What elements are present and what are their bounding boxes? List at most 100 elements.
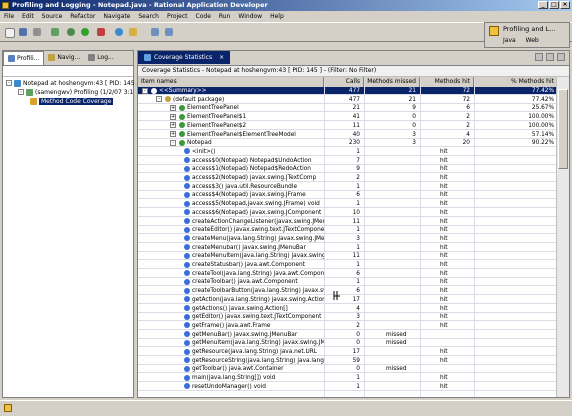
cell-missed [364, 209, 416, 217]
tab-profiling-monitor[interactable]: Profili... [3, 51, 45, 65]
fast-view-icon[interactable] [4, 404, 12, 412]
menu-navigate[interactable]: Navigate [99, 11, 134, 22]
column-header[interactable]: Methods missed [364, 77, 420, 87]
table-row[interactable]: + ElementTreePanel$ElementTreeModel 40 3 4 57… [138, 131, 558, 139]
minimize-view-icon[interactable] [546, 53, 554, 61]
profiling-monitor-view: Profili... Navig... Log... - Notepad at h… [2, 50, 135, 398]
cell-pct: 77.42% [531, 96, 554, 103]
run-icon[interactable] [80, 27, 90, 37]
table-row[interactable]: access$0(Notepad) Notepad$UndoAction 7 hit [138, 157, 558, 165]
expand-icon[interactable]: + [170, 113, 176, 120]
tab-log[interactable]: Log... [84, 51, 117, 64]
scrollbar-thumb[interactable] [558, 89, 568, 169]
menu-window[interactable]: Window [234, 11, 266, 22]
table-row[interactable]: access$2(Notepad) javax.swing.JTextComp 2… [138, 174, 558, 182]
back-icon[interactable] [150, 27, 160, 37]
tree-item[interactable]: Method Code Coverage [30, 97, 114, 105]
perspective-java[interactable]: Java [503, 37, 516, 44]
table-row[interactable]: getMenuItem(java.lang.String) javax.swin… [138, 339, 558, 348]
collapse-icon[interactable]: - [6, 80, 12, 86]
collapse-icon[interactable]: - [142, 87, 148, 94]
table-row[interactable]: getEditor() javax.swing.text.JTextCompon… [138, 313, 558, 322]
menu-source[interactable]: Source [38, 11, 67, 22]
menu-search[interactable]: Search [134, 11, 163, 22]
collapse-icon[interactable]: - [156, 96, 162, 103]
table-row[interactable]: access$1(Notepad) Notepad$RedoAction 9 hit [138, 165, 558, 174]
cell-pct [474, 313, 554, 321]
close-button[interactable]: × [560, 1, 570, 9]
table-row[interactable]: createMenu(java.lang.String) javax.swing… [138, 235, 558, 243]
table-row[interactable]: createMenubar() javax.swing.JMenuBar 1 hit [138, 244, 558, 252]
tab-coverage-statistics[interactable]: Coverage Statistics × [138, 51, 231, 64]
minimize-button[interactable]: _ [538, 1, 548, 9]
table-row[interactable]: - (default package) 477 21 72 77.42% [138, 96, 558, 104]
item-name: getResourceString(java.lang.String) java… [192, 357, 324, 364]
table-row[interactable]: - Notepad 230 3 20 90.22% [138, 139, 558, 148]
table-row[interactable]: + ElementTreePanel$1 41 0 2 100.00% [138, 113, 558, 122]
forward-icon[interactable] [164, 27, 174, 37]
save-icon[interactable] [18, 27, 28, 37]
perspective-icon[interactable] [489, 26, 499, 36]
table-row[interactable]: getMenuBar() javax.swing.JMenuBar 0 missed [138, 331, 558, 339]
new-icon[interactable] [4, 27, 15, 38]
table-row[interactable]: - <<Summary>> 477 21 72 77.42% [138, 87, 558, 95]
new-class-icon[interactable] [114, 27, 124, 37]
menu-refactor[interactable]: Refactor [66, 11, 99, 22]
close-tab-icon[interactable]: × [219, 54, 224, 61]
external-tools-icon[interactable] [96, 27, 106, 37]
table-row[interactable]: access$6(Notepad) javax.swing.JComponent… [138, 209, 558, 217]
column-header[interactable]: Calls [324, 77, 364, 87]
table-row[interactable]: main(java.lang.String[]) void 1 hit [138, 374, 558, 383]
table-row[interactable]: getAction(java.lang.String) javax.swing.… [138, 296, 558, 304]
table-row[interactable]: + ElementTreePanel 21 9 6 25.67% [138, 104, 558, 113]
maximize-button[interactable]: □ [549, 1, 559, 9]
table-row[interactable]: createTool(java.lang.String) java.awt.Co… [138, 270, 558, 278]
view-menu-icon[interactable] [535, 53, 543, 61]
table-row[interactable]: createToolbarButton(java.lang.String) ja… [138, 287, 558, 296]
expand-icon[interactable]: + [170, 131, 176, 137]
collapse-icon[interactable]: - [170, 139, 176, 146]
column-header[interactable]: % Methods hit [474, 77, 558, 87]
menu-help[interactable]: Help [266, 11, 288, 22]
perspective-name[interactable]: Profiling and L... [503, 25, 555, 33]
table-row[interactable]: getResourceString(java.lang.String) java… [138, 357, 558, 365]
tree-item[interactable]: - Notepad at hoshengvm:43 [ PID: 145 [6, 79, 135, 87]
cell-calls: 4 [356, 305, 360, 312]
menu-code[interactable]: Code [192, 11, 215, 22]
column-header[interactable]: Item names [138, 77, 324, 87]
table-row[interactable]: getActions() javax.swing.Action[] 4 hit [138, 305, 558, 313]
table-row[interactable]: createMenuItem(java.lang.String) javax.s… [138, 252, 558, 261]
table-row[interactable]: getResource(java.lang.String) java.net.U… [138, 348, 558, 356]
table-row[interactable]: getToolbar() java.awt.Container 0 missed [138, 365, 558, 374]
collapse-icon[interactable]: - [18, 89, 24, 95]
table-row[interactable]: access$3() java.util.ResourceBundle 1 hit [138, 183, 558, 191]
table-row[interactable]: <init>() 1 hit [138, 148, 558, 156]
menu-run[interactable]: Run [215, 11, 235, 22]
method-icon [184, 278, 190, 285]
menu-edit[interactable]: Edit [18, 11, 38, 22]
tab-navigator[interactable]: Navig... [44, 51, 84, 64]
table-row[interactable]: createToolbar() java.awt.Component 1 hit [138, 278, 558, 287]
column-header[interactable]: Methods hit [420, 77, 474, 87]
print-icon[interactable] [32, 27, 42, 37]
perspective-web[interactable]: Web [526, 37, 539, 44]
debug-icon[interactable] [66, 27, 76, 37]
cell-calls: 0 [356, 366, 360, 373]
profile-icon[interactable] [50, 27, 60, 37]
maximize-view-icon[interactable] [557, 53, 565, 61]
tree-item[interactable]: - (samengwv) Profiling (1/2/07 3:1 [18, 88, 133, 96]
table-row[interactable]: createStatusbar() java.awt.Component 1 hit [138, 261, 558, 269]
menu-file[interactable]: File [0, 11, 18, 22]
expand-icon[interactable]: + [170, 104, 176, 111]
menu-project[interactable]: Project [163, 11, 192, 22]
table-row[interactable]: + ElementTreePanel$2 11 0 2 100.00% [138, 122, 558, 130]
search-icon[interactable] [128, 27, 138, 37]
table-row[interactable]: getFrame() java.awt.Frame 2 hit [138, 322, 558, 330]
table-row[interactable]: createActionChangeListener(javax.swing.J… [138, 218, 558, 226]
table-row[interactable]: access$5(Notepad,javax.swing.JFrame) voi… [138, 200, 558, 209]
expand-icon[interactable]: + [170, 122, 176, 129]
table-row[interactable]: createEditor() javax.swing.text.JTextCom… [138, 226, 558, 235]
table-row[interactable]: access$4(Notepad) javax.swing.JFrame 6 hit [138, 191, 558, 200]
table-row[interactable]: resetUndoManager() void 1 hit [138, 383, 558, 391]
vertical-scrollbar[interactable] [556, 77, 569, 397]
